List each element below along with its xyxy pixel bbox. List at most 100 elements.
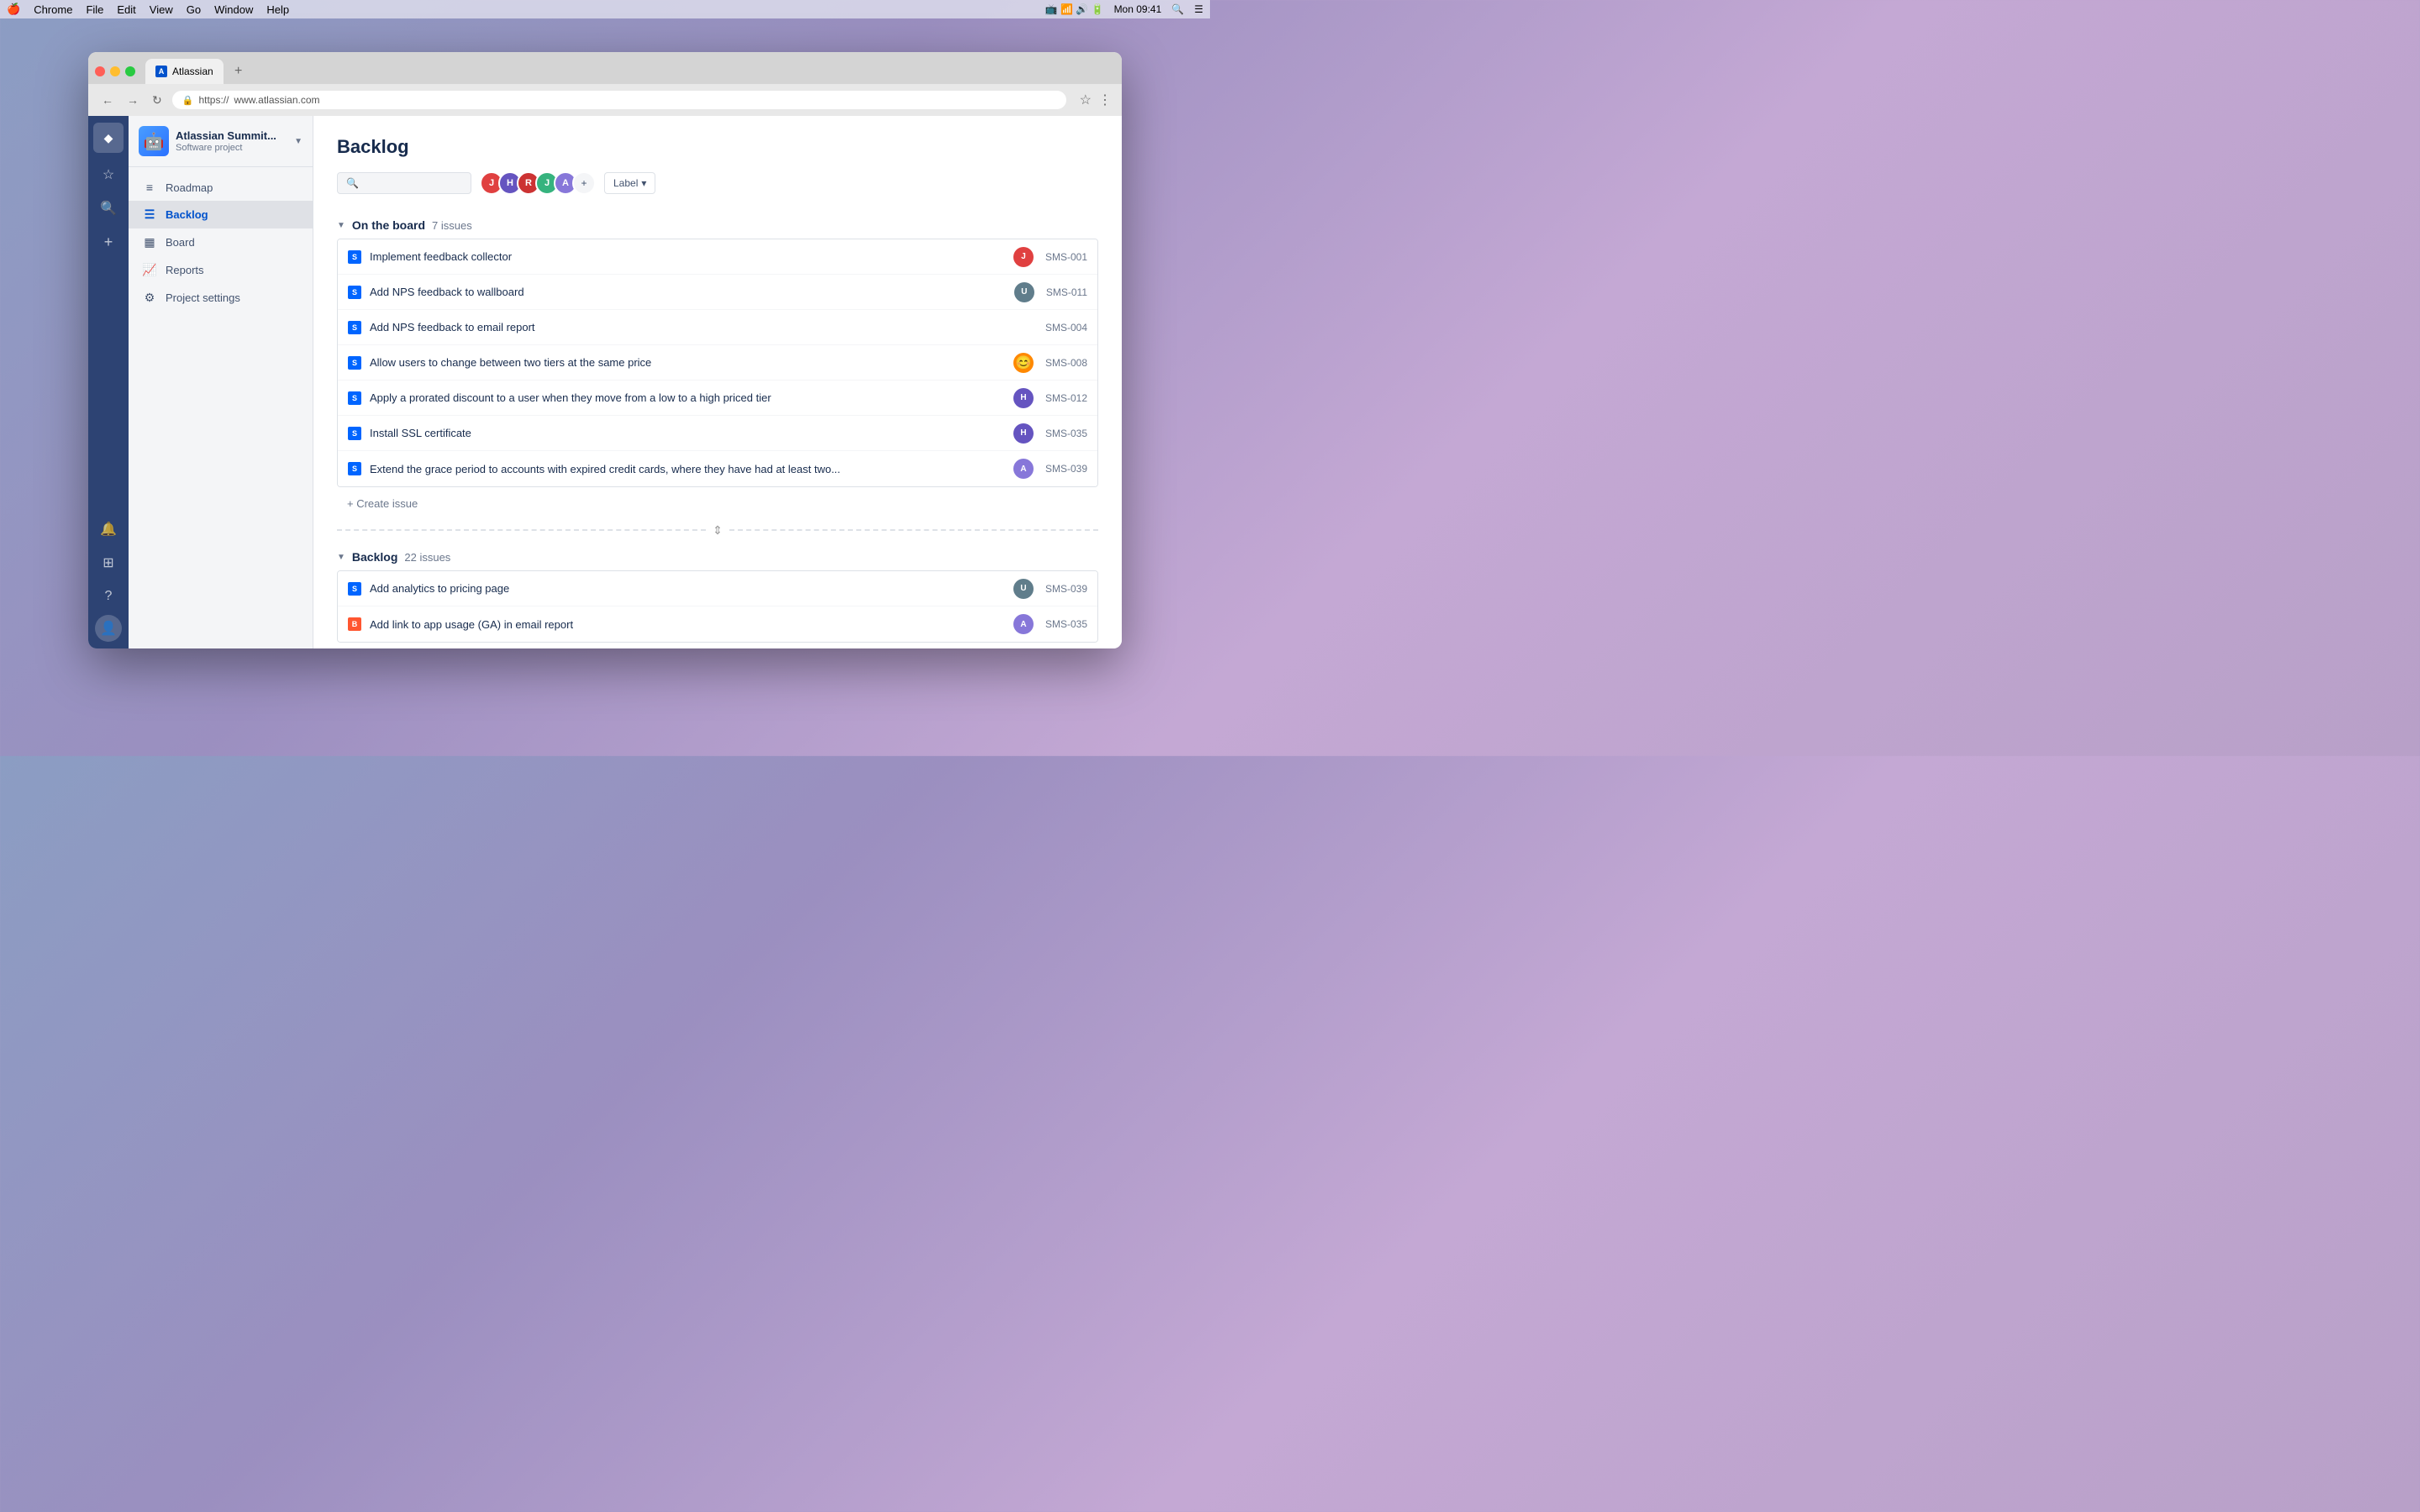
label-button-text: Label	[613, 177, 638, 189]
menu-go[interactable]: Go	[187, 3, 201, 16]
issue-id: SMS-011	[1046, 286, 1087, 298]
issue-row[interactable]: S Add NPS feedback to email report SMS-0…	[338, 310, 1097, 345]
sidebar-item-notifications[interactable]: 🔔	[93, 514, 124, 544]
apple-menu[interactable]: 🍎	[7, 3, 20, 16]
issue-text: Add NPS feedback to email report	[370, 321, 1034, 333]
issue-id: SMS-001	[1045, 251, 1087, 263]
browser-tab[interactable]: A Atlassian	[145, 59, 224, 84]
sidebar-item-reports[interactable]: 📈 Reports	[129, 256, 313, 284]
reports-icon: 📈	[142, 263, 157, 277]
url-bar[interactable]: 🔒 https:// www.atlassian.com	[172, 91, 1066, 109]
issue-id: SMS-008	[1045, 357, 1087, 369]
project-header[interactable]: 🤖 Atlassian Summit... Software project ▼	[129, 116, 313, 167]
section-divider: ⇕	[337, 520, 1098, 540]
issue-text: Add link to app usage (GA) in email repo…	[370, 618, 1005, 631]
maximize-button[interactable]	[125, 66, 135, 76]
issue-type-icon: S	[348, 391, 361, 405]
issue-row[interactable]: S Apply a prorated discount to a user wh…	[338, 381, 1097, 416]
issue-assignee: H	[1013, 388, 1034, 408]
issue-row[interactable]: S Add analytics to pricing page U SMS-03…	[338, 571, 1097, 606]
minimize-button[interactable]	[110, 66, 120, 76]
sidebar-item-home[interactable]: ◆	[93, 123, 124, 153]
more-options-icon[interactable]: ⋮	[1098, 92, 1112, 108]
issue-text: Install SSL certificate	[370, 427, 1005, 439]
sidebar-item-starred[interactable]: ☆	[93, 160, 124, 190]
create-issue-button[interactable]: + Create issue	[337, 491, 1098, 517]
search-menubar-icon[interactable]: 🔍	[1171, 3, 1184, 15]
sidebar-item-backlog[interactable]: ☰ Backlog	[129, 201, 313, 228]
sidebar-item-apps[interactable]: ⊞	[93, 548, 124, 578]
divider-line-left	[337, 529, 706, 531]
far-sidebar: ◆ ☆ 🔍 + 🔔 ⊞ ? 👤	[88, 116, 129, 648]
menu-view[interactable]: View	[150, 3, 173, 16]
address-actions: ☆ ⋮	[1080, 92, 1112, 108]
issue-assignee: 😊	[1013, 353, 1034, 373]
settings-icon: ⚙	[142, 291, 157, 305]
menu-chrome[interactable]: Chrome	[34, 3, 72, 16]
label-filter-button[interactable]: Label ▾	[604, 172, 655, 194]
sort-icon: ⇕	[713, 523, 723, 538]
issue-id: SMS-004	[1045, 322, 1087, 333]
issue-assignee: U	[1014, 282, 1034, 302]
back-button[interactable]: ←	[98, 92, 117, 108]
issue-row[interactable]: B Add link to app usage (GA) in email re…	[338, 606, 1097, 642]
issue-assignee: H	[1013, 423, 1034, 444]
avatar-filter-more[interactable]: +	[572, 171, 596, 195]
issue-assignee: U	[1013, 579, 1034, 599]
issue-row[interactable]: S Allow users to change between two tier…	[338, 345, 1097, 381]
search-filter-icon: 🔍	[346, 177, 359, 189]
page-title: Backlog	[337, 136, 1098, 158]
control-center-icon[interactable]: ☰	[1194, 3, 1203, 15]
menu-help[interactable]: Help	[266, 3, 289, 16]
issue-assignee: J	[1013, 247, 1034, 267]
project-name: Atlassian Summit...	[176, 129, 287, 143]
issue-row[interactable]: S Extend the grace period to accounts wi…	[338, 451, 1097, 486]
issue-type-icon: S	[348, 321, 361, 334]
sidebar-item-project-settings[interactable]: ⚙ Project settings	[129, 284, 313, 312]
backlog-section-title: Backlog	[352, 550, 397, 564]
reload-button[interactable]: ↻	[149, 92, 166, 109]
divider-line-right	[729, 529, 1098, 531]
issue-row[interactable]: S Install SSL certificate H SMS-035	[338, 416, 1097, 451]
menu-edit[interactable]: Edit	[117, 3, 135, 16]
menu-bar-right: 📺 📶 🔊 🔋 Mon 09:41 🔍 ☰	[1045, 3, 1203, 15]
forward-button[interactable]: →	[124, 92, 142, 108]
on-board-count: 7 issues	[432, 219, 472, 232]
backlog-section-header[interactable]: ▼ Backlog 22 issues	[337, 543, 1098, 570]
lock-icon: 🔒	[182, 95, 194, 106]
menu-file[interactable]: File	[86, 3, 103, 16]
browser-window: A Atlassian + ← → ↻ 🔒 https:// www.atlas…	[88, 52, 1122, 648]
issue-assignee: A	[1013, 459, 1034, 479]
issue-row[interactable]: S Add NPS feedback to wallboard U SMS-01…	[338, 275, 1097, 310]
app-container: ◆ ☆ 🔍 + 🔔 ⊞ ? 👤 🤖 Atlassian Summit... So…	[88, 116, 1122, 648]
search-box[interactable]: 🔍	[337, 172, 471, 194]
menu-window[interactable]: Window	[214, 3, 253, 16]
backlog-issue-list: S Add analytics to pricing page U SMS-03…	[337, 570, 1098, 643]
sidebar-item-help[interactable]: ?	[93, 581, 124, 612]
sidebar-label-board: Board	[166, 236, 195, 249]
url-protocol: https://	[198, 94, 229, 106]
on-board-issue-list: S Implement feedback collector J SMS-001…	[337, 239, 1098, 487]
sidebar-label-project-settings: Project settings	[166, 291, 240, 304]
sidebar-item-create[interactable]: +	[93, 227, 124, 257]
issue-text: Apply a prorated discount to a user when…	[370, 391, 1005, 404]
project-info: Atlassian Summit... Software project	[176, 129, 287, 153]
system-icons: 📺 📶 🔊 🔋	[1045, 3, 1104, 15]
bookmark-icon[interactable]: ☆	[1080, 92, 1092, 108]
sidebar-item-profile[interactable]: 👤	[95, 615, 122, 642]
tab-bar: A Atlassian +	[88, 52, 1122, 84]
on-the-board-header[interactable]: ▼ On the board 7 issues	[337, 212, 1098, 239]
new-tab-button[interactable]: +	[229, 61, 249, 81]
sidebar-item-search[interactable]: 🔍	[93, 193, 124, 223]
issue-type-icon: S	[348, 582, 361, 596]
issue-id: SMS-035	[1045, 618, 1087, 630]
sidebar-label-backlog: Backlog	[166, 208, 208, 221]
browser-chrome: A Atlassian + ← → ↻ 🔒 https:// www.atlas…	[88, 52, 1122, 116]
sidebar-item-roadmap[interactable]: ≡ Roadmap	[129, 174, 313, 201]
issue-row[interactable]: S Implement feedback collector J SMS-001	[338, 239, 1097, 275]
sidebar-label-reports: Reports	[166, 264, 204, 276]
close-button[interactable]	[95, 66, 105, 76]
issue-type-icon: S	[348, 286, 361, 299]
sidebar-item-board[interactable]: ▦ Board	[129, 228, 313, 256]
issue-id: SMS-035	[1045, 428, 1087, 439]
